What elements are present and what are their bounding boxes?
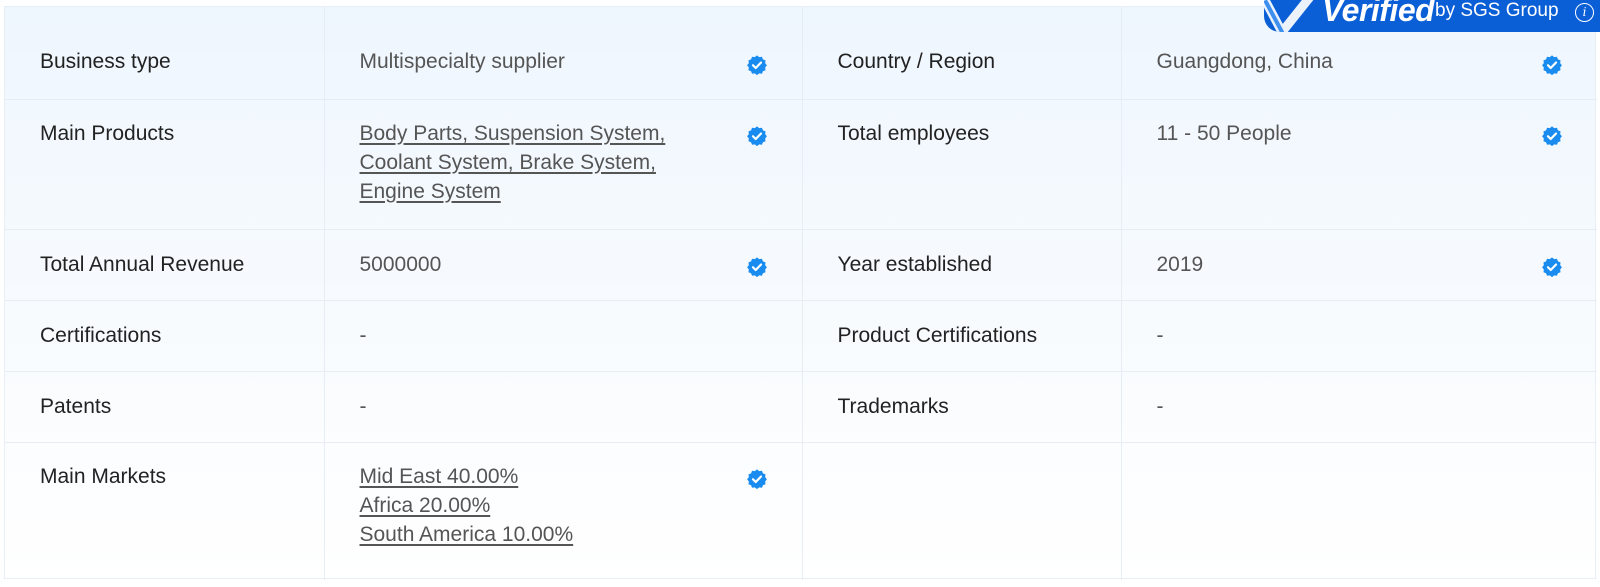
table-row: Certifications - Product Certifications … [5,300,1597,372]
product-certifications-value: - [1156,323,1164,347]
verified-by-sgs-badge[interactable]: Verified by SGS Group i [1264,0,1600,32]
business-type-label: Business type [40,50,171,73]
total-employees-value: 11 - 50 People [1156,121,1292,145]
empty-cell [802,442,1122,580]
verified-badge-icon [1541,256,1563,278]
total-employees-value-cell: 11 - 50 People [1121,99,1597,230]
main-products-value-cell: Body Parts, Suspension System, Coolant S… [324,99,803,230]
trademarks-label-cell: Trademarks [802,371,1122,443]
verified-badge-icon [746,468,768,490]
main-markets-label-cell: Main Markets [5,442,325,580]
verified-badge-icon [746,256,768,278]
info-icon[interactable]: i [1575,3,1594,22]
company-profile-panel: Business type Multispecialty supplier Co… [4,6,1597,580]
main-markets-value: Mid East 40.00% Africa 20.00% South Amer… [325,443,802,549]
country-region-label-cell: Country / Region [802,7,1122,100]
main-markets-link[interactable]: South America 10.00% [360,520,742,549]
patents-label-cell: Patents [5,371,325,443]
table-row: Main Markets Mid East 40.00% Africa 20.0… [5,442,1597,580]
annual-revenue-value: 5000000 [359,252,442,276]
trademarks-label: Trademarks [837,394,949,418]
product-certifications-label: Product Certifications [837,323,1038,347]
patents-label: Patents [40,394,112,418]
annual-revenue-value-cell: 5000000 [324,229,803,301]
year-established-label: Year established [837,252,993,276]
country-region-label: Country / Region [837,50,996,73]
main-products-link[interactable]: Body Parts, Suspension System, [360,119,742,148]
patents-value: - [359,394,367,418]
main-markets-value-cell: Mid East 40.00% Africa 20.00% South Amer… [324,442,803,580]
by-sgs-group-text: by SGS Group [1435,0,1559,21]
sgs-check-mark-icon [1264,0,1316,32]
year-established-label-cell: Year established [802,229,1122,301]
verified-text: Verified [1322,0,1435,28]
product-certifications-value-cell: - [1121,300,1597,372]
main-products-label-cell: Main Products [5,99,325,230]
certifications-label-cell: Certifications [5,300,325,372]
main-markets-label: Main Markets [40,464,167,488]
table-row: Patents - Trademarks - [5,371,1597,443]
trademarks-value: - [1156,394,1164,418]
business-type-label-cell: Business type [5,7,325,100]
certifications-value: - [359,323,367,347]
main-products-label: Main Products [40,121,175,145]
patents-value-cell: - [324,371,803,443]
main-products-link[interactable]: Engine System [360,177,742,206]
table-row: Main Products Body Parts, Suspension Sys… [5,99,1597,230]
main-markets-link[interactable]: Mid East 40.00% [360,462,742,491]
annual-revenue-label-cell: Total Annual Revenue [5,229,325,301]
empty-cell [1121,442,1597,580]
product-certifications-label-cell: Product Certifications [802,300,1122,372]
verified-badge-icon [1541,54,1563,76]
certifications-value-cell: - [324,300,803,372]
main-markets-link[interactable]: Africa 20.00% [360,491,742,520]
verified-badge-icon [1541,125,1563,147]
year-established-value-cell: 2019 [1121,229,1597,301]
annual-revenue-label: Total Annual Revenue [40,252,245,276]
table-row: Total Annual Revenue 5000000 Year establ… [5,229,1597,301]
verified-badge-icon [746,54,768,76]
certifications-label: Certifications [40,323,162,347]
main-products-value: Body Parts, Suspension System, Coolant S… [325,100,802,206]
total-employees-label: Total employees [837,121,990,145]
year-established-value: 2019 [1156,252,1204,276]
total-employees-label-cell: Total employees [802,99,1122,230]
company-info-table: Business type Multispecialty supplier Co… [5,7,1597,580]
business-type-value: Multispecialty supplier [359,50,565,73]
trademarks-value-cell: - [1121,371,1597,443]
verified-badge-icon [746,125,768,147]
business-type-value-cell: Multispecialty supplier [324,7,803,100]
main-products-link[interactable]: Coolant System, Brake System, [360,148,742,177]
